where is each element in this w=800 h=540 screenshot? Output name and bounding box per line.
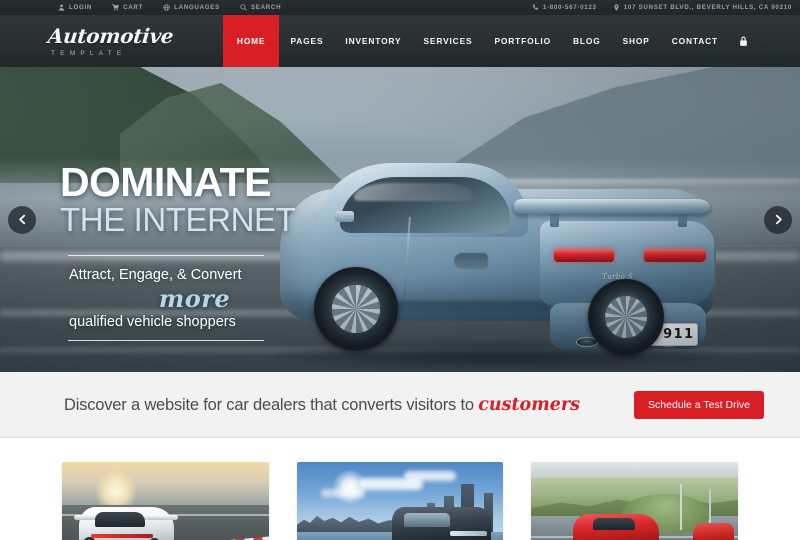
cart-label: CART (123, 4, 144, 11)
topbar-left-links: LOGIN CART LANGUAGES SEARCH (58, 4, 281, 11)
card-image (531, 462, 739, 540)
promo-text: Discover a website for car dealers that … (64, 395, 580, 415)
promo-text-highlight: customers (478, 394, 580, 415)
schedule-test-drive-button[interactable]: Schedule a Test Drive (634, 390, 764, 419)
nav-item-shop[interactable]: SHOP (612, 15, 661, 67)
login-label: LOGIN (69, 4, 93, 11)
hero-subheadline: THE INTERNET (60, 201, 296, 239)
site-logo[interactable]: Automotive TEMPLATE (0, 15, 175, 67)
hero-divider-bottom (68, 340, 264, 342)
search-label: SEARCH (250, 4, 282, 11)
topbar-contact-info: 1-800-567-0123 107 SUNSET BLVD., BEVERLY… (532, 0, 792, 15)
address-text: 107 SUNSET BLVD., BEVERLY HILLS, CA 9021… (623, 4, 792, 11)
address-info[interactable]: 107 SUNSET BLVD., BEVERLY HILLS, CA 9021… (613, 4, 792, 11)
search-icon (240, 4, 247, 11)
phone-info[interactable]: 1-800-567-0123 (532, 4, 597, 11)
search-link[interactable]: SEARCH (240, 4, 281, 11)
hero-subtext-line2: qualified vehicle shoppers (69, 313, 236, 330)
login-link[interactable]: LOGIN (58, 4, 92, 11)
nav-item-inventory[interactable]: INVENTORY (334, 15, 412, 67)
carousel-next-button[interactable] (764, 205, 792, 234)
user-icon (58, 4, 65, 11)
card-red-car-on-mountain-road[interactable] (531, 462, 739, 540)
carousel-prev-button[interactable] (8, 205, 36, 234)
logo-tagline: TEMPLATE (51, 49, 127, 57)
globe-icon (163, 4, 170, 11)
main-navigation: HOME PAGES INVENTORY SERVICES PORTFOLIO … (222, 15, 800, 67)
card-suv-with-city-skyline[interactable] (296, 462, 504, 540)
cart-icon (112, 4, 120, 11)
logo-wordmark: Automotive (46, 23, 175, 48)
promo-bar: Discover a website for car dealers that … (0, 372, 800, 438)
card-image (62, 462, 269, 540)
phone-number: 1-800-567-0123 (542, 4, 597, 11)
nav-item-portfolio[interactable]: PORTFOLIO (483, 15, 562, 67)
chevron-left-icon (17, 214, 28, 225)
hero-subtext-accent: more (158, 283, 231, 313)
hero-subtext-line1: Attract, Engage, & Convert (69, 267, 242, 283)
lock-icon[interactable] (729, 15, 756, 67)
site-header: Automotive TEMPLATE HOME PAGES INVENTORY… (0, 15, 800, 67)
nav-item-contact[interactable]: CONTACT (661, 15, 729, 67)
hero-copy: DOMINATE THE INTERNET Attract, Engage, &… (60, 159, 360, 342)
top-utility-bar: LOGIN CART LANGUAGES SEARCH 1-800-567-01… (0, 0, 800, 15)
nav-item-pages[interactable]: PAGES (279, 15, 334, 67)
map-pin-icon (613, 4, 620, 11)
cart-link[interactable]: CART (112, 4, 143, 11)
feature-card-row (0, 438, 800, 540)
chevron-right-icon (773, 214, 784, 225)
languages-label: LANGUAGES (174, 4, 220, 11)
languages-link[interactable]: LANGUAGES (163, 4, 220, 11)
phone-icon (532, 4, 539, 11)
nav-item-blog[interactable]: BLOG (562, 15, 612, 67)
hero-subtext: Attract, Engage, & Convert more qualifie… (60, 266, 360, 331)
hero-headline: DOMINATE (60, 159, 271, 205)
card-white-sports-car-on-track[interactable] (62, 462, 269, 540)
hero-slider: Turbo S S OQ 911 DOMINATE THE INTERNET A… (0, 67, 800, 372)
hero-divider-top (68, 255, 264, 256)
nav-item-services[interactable]: SERVICES (412, 15, 483, 67)
promo-text-main: Discover a website for car dealers that … (64, 395, 479, 414)
nav-item-home[interactable]: HOME (222, 15, 280, 67)
card-image (296, 462, 504, 540)
